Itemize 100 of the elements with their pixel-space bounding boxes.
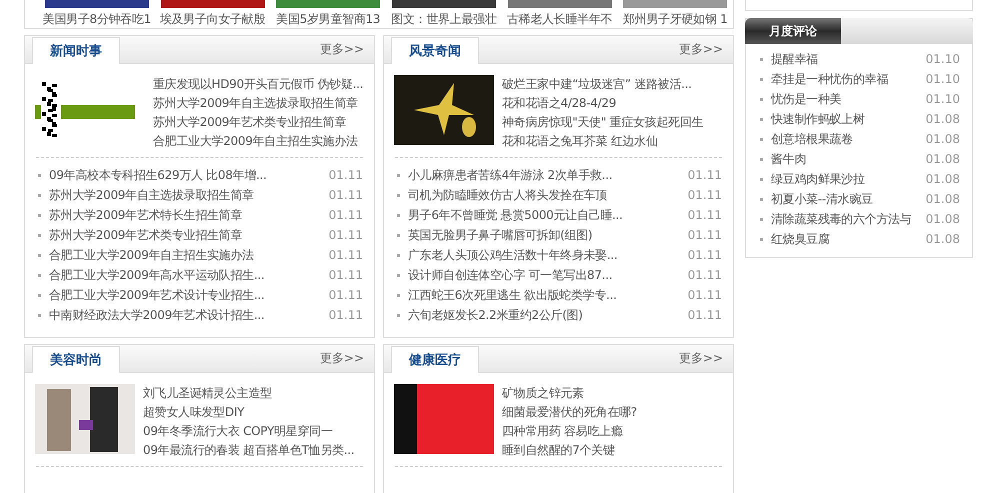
headline-link[interactable]: 苏州大学2009年自主选拔录取招生简章 bbox=[153, 94, 364, 113]
news-link[interactable]: 苏州大学2009年艺术类专业招生简章 bbox=[49, 226, 329, 244]
news-link[interactable]: 小儿麻痹患者苦练4年游泳 2次单手救... bbox=[408, 166, 688, 184]
news-link[interactable]: 江西蛇王6次死里逃生 欲出版蛇类学专... bbox=[408, 286, 688, 304]
headline-link[interactable]: 刘飞儿圣诞精灵公主造型 bbox=[143, 384, 354, 403]
photo-placeholder[interactable] bbox=[392, 0, 496, 8]
news-link[interactable]: 合肥工业大学2009年自主招生实施办法 bbox=[49, 246, 329, 264]
photo-caption[interactable]: 图文：世界上最强壮 bbox=[391, 11, 496, 28]
news-link[interactable]: 合肥工业大学2009年艺术设计专业招生... bbox=[49, 286, 329, 304]
news-date: 01.11 bbox=[328, 288, 363, 302]
bullet-icon bbox=[760, 98, 763, 100]
bullet-icon bbox=[397, 214, 400, 216]
bullet-icon bbox=[38, 194, 41, 196]
news-date: 01.11 bbox=[328, 308, 363, 322]
comment-link[interactable]: 绿豆鸡肉鲜果沙拉 bbox=[771, 170, 926, 188]
bullet-icon bbox=[397, 294, 400, 296]
news-date: 01.11 bbox=[328, 228, 363, 242]
bullet-icon bbox=[397, 254, 400, 256]
headline-link[interactable]: 苏州大学2009年艺术类专业招生简章 bbox=[153, 113, 364, 132]
bullet-icon bbox=[760, 78, 763, 80]
photo-placeholder[interactable] bbox=[160, 0, 264, 8]
photo-placeholder[interactable] bbox=[276, 0, 380, 8]
photo-placeholder[interactable] bbox=[623, 0, 728, 8]
bullet-icon bbox=[38, 294, 41, 296]
headline-link[interactable]: 神奇病房惊现"天使" 重症女孩起死回生 bbox=[502, 113, 704, 132]
more-link[interactable]: 更多>> bbox=[320, 350, 364, 367]
news-date: 01.11 bbox=[688, 208, 722, 222]
panel-title: 美容时尚 bbox=[32, 346, 120, 373]
comment-link[interactable]: 快速制作蚂蚁上树 bbox=[771, 110, 926, 128]
photo-placeholder[interactable] bbox=[508, 0, 612, 8]
bullet-icon bbox=[760, 218, 763, 220]
news-link[interactable]: 合肥工业大学2009年高水平运动队招生... bbox=[49, 266, 329, 284]
panel-title: 风景奇闻 bbox=[391, 37, 479, 64]
bullet-icon bbox=[397, 234, 400, 236]
comment-date: 01.08 bbox=[926, 152, 960, 166]
comment-date: 01.10 bbox=[926, 72, 960, 86]
photo-caption[interactable]: 郑州男子牙硬如钢 1 bbox=[622, 11, 728, 28]
photo-placeholder[interactable] bbox=[44, 0, 149, 8]
comment-link[interactable]: 提醒幸福 bbox=[771, 50, 926, 68]
bullet-icon bbox=[38, 314, 41, 316]
news-date: 01.11 bbox=[688, 248, 722, 262]
news-link[interactable]: 苏州大学2009年艺术特长生招生简章 bbox=[49, 206, 329, 224]
comment-date: 01.08 bbox=[926, 232, 960, 246]
headline-link[interactable]: 破烂王家中建“垃圾迷宫” 迷路被活... bbox=[502, 75, 704, 94]
news-link[interactable]: 中南财经政法大学2009年艺术设计招生... bbox=[49, 306, 329, 324]
bullet-icon bbox=[38, 174, 41, 176]
more-link[interactable]: 更多>> bbox=[320, 41, 364, 58]
bullet-icon bbox=[760, 138, 763, 140]
bullet-icon bbox=[38, 254, 41, 256]
bullet-icon bbox=[38, 234, 41, 236]
news-link[interactable]: 09年高校本专科招生629万人 比08年增... bbox=[49, 166, 329, 184]
headline-link[interactable]: 矿物质之锌元素 bbox=[502, 384, 637, 403]
bullet-icon bbox=[397, 194, 400, 196]
photo-caption[interactable]: 美国5岁男童智商13 bbox=[276, 11, 380, 28]
photo-caption[interactable]: 美国男子8分钟吞吃1 bbox=[42, 11, 151, 28]
headline-link[interactable]: 09年最流行的春装 超百搭单色T恤另类... bbox=[143, 441, 354, 460]
news-link[interactable]: 英国无脸男子鼻子嘴唇可拆卸(组图) bbox=[408, 226, 688, 244]
headline-link[interactable]: 超赞女人味发型DIY bbox=[143, 403, 354, 422]
comment-link[interactable]: 清除蔬菜残毒的六个方法与 bbox=[771, 210, 926, 228]
photo-caption[interactable]: 埃及男子向女子献殷 bbox=[160, 11, 266, 28]
news-link[interactable]: 苏州大学2009年自主选拔录取招生简章 bbox=[49, 186, 329, 204]
news-link[interactable]: 男子6年不曾睡觉 悬赏5000元让自己睡... bbox=[408, 206, 688, 224]
headline-link[interactable]: 重庆发现以HD90开头百元假币 伪钞疑... bbox=[153, 75, 364, 94]
comment-link[interactable]: 红烧臭豆腐 bbox=[771, 230, 926, 248]
comment-link[interactable]: 酱牛肉 bbox=[771, 150, 926, 168]
comment-date: 01.08 bbox=[926, 192, 960, 206]
bullet-icon bbox=[760, 58, 763, 60]
comment-link[interactable]: 初夏小菜--清水豌豆 bbox=[771, 190, 926, 208]
news-date: 01.11 bbox=[328, 268, 363, 282]
comment-link[interactable]: 创意培根果蔬卷 bbox=[771, 130, 926, 148]
news-link[interactable]: 六旬老妪发长2.2米重约2公斤(图) bbox=[408, 306, 688, 324]
comment-date: 01.08 bbox=[926, 112, 960, 126]
news-date: 01.11 bbox=[328, 208, 363, 222]
bullet-icon bbox=[38, 214, 41, 216]
news-link[interactable]: 广东老人头顶公鸡生活数十年终身未娶... bbox=[408, 246, 688, 264]
news-date: 01.11 bbox=[328, 248, 363, 262]
more-link[interactable]: 更多>> bbox=[678, 41, 723, 58]
bullet-icon bbox=[397, 314, 400, 316]
headline-link[interactable]: 花和花语之4/28-4/29 bbox=[502, 94, 704, 113]
panel-title: 新闻时事 bbox=[32, 37, 120, 64]
comment-link[interactable]: 忧伤是一种美 bbox=[771, 90, 926, 108]
headline-link[interactable]: 09年冬季流行大衣 COPY明星穿同一 bbox=[143, 422, 354, 441]
headline-link[interactable]: 花和花语之兔耳芥菜 红边水仙 bbox=[502, 132, 704, 151]
headline-link[interactable]: 睡到自然醒的7个关键 bbox=[502, 441, 637, 460]
news-date: 01.11 bbox=[328, 168, 363, 182]
news-link[interactable]: 司机为防瞌睡效仿古人将头发拴在车顶 bbox=[408, 186, 688, 204]
headline-link[interactable]: 细菌最爱潜伏的死角在哪? bbox=[502, 403, 637, 422]
comment-date: 01.08 bbox=[926, 212, 960, 226]
news-date: 01.11 bbox=[688, 308, 722, 322]
bullet-icon bbox=[38, 274, 41, 276]
bullet-icon bbox=[397, 174, 400, 176]
comment-date: 01.08 bbox=[926, 172, 960, 186]
news-date: 01.11 bbox=[688, 268, 722, 282]
headline-link[interactable]: 合肥工业大学2009年自主招生实施办法 bbox=[153, 132, 364, 151]
more-link[interactable]: 更多>> bbox=[678, 350, 723, 367]
panel-title: 健康医疗 bbox=[391, 346, 479, 373]
headline-link[interactable]: 四种常用药 容易吃上瘾 bbox=[502, 422, 637, 441]
photo-caption[interactable]: 古稀老人长睡半年不 bbox=[506, 11, 612, 28]
comment-link[interactable]: 牵挂是一种忧伤的幸福 bbox=[771, 70, 926, 88]
news-link[interactable]: 设计师自创连体空心字 可一笔写出87... bbox=[408, 266, 688, 284]
